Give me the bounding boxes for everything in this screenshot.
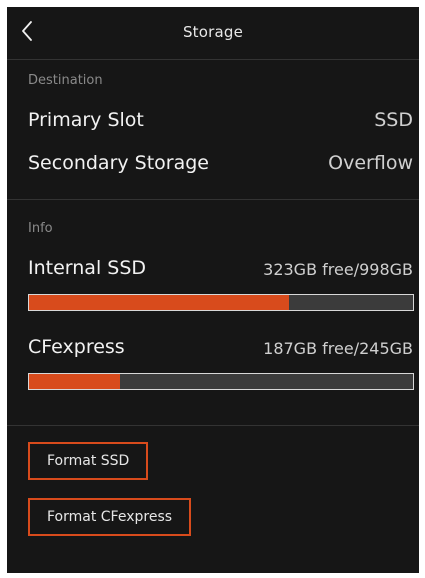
cfexpress-usage-fill <box>29 374 120 389</box>
format-cfexpress-button[interactable]: Format CFexpress <box>28 498 192 536</box>
primary-slot-value: SSD <box>374 109 413 131</box>
secondary-storage-label: Secondary Storage <box>28 152 210 174</box>
internal-ssd-label: Internal SSD <box>28 257 147 279</box>
storage-screen: Storage Destination Primary Slot SSD Sec… <box>7 7 419 573</box>
destination-section-label: Destination <box>28 73 103 88</box>
header: Storage <box>7 7 419 59</box>
info-divider <box>7 425 419 426</box>
cfexpress-usage-bar <box>28 373 414 390</box>
format-ssd-button[interactable]: Format SSD <box>28 442 149 480</box>
secondary-storage-value: Overflow <box>328 152 413 174</box>
internal-ssd-usage-fill <box>29 295 289 310</box>
cfexpress-label: CFexpress <box>28 336 125 358</box>
internal-ssd-capacity: 323GB free/998GB <box>263 260 413 279</box>
cfexpress-capacity: 187GB free/245GB <box>263 339 413 358</box>
header-divider <box>7 59 419 60</box>
info-section-label: Info <box>28 221 53 236</box>
destination-divider <box>7 199 419 200</box>
page-title: Storage <box>182 23 244 41</box>
primary-slot-label: Primary Slot <box>28 109 144 131</box>
internal-ssd-usage-bar <box>28 294 414 311</box>
